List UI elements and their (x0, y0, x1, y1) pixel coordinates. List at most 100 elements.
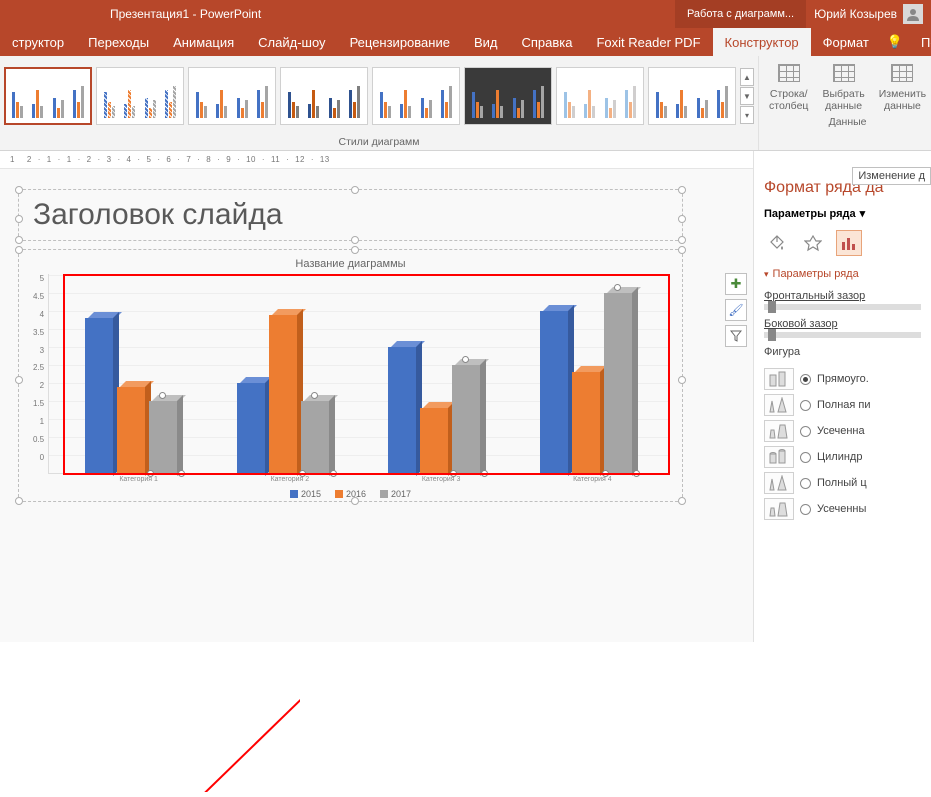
tab-item[interactable]: Вид (462, 28, 510, 56)
chart-title[interactable]: Название диаграммы (19, 258, 682, 270)
slide-title-placeholder[interactable]: Заголовок слайда (18, 189, 683, 241)
bar[interactable] (604, 293, 632, 473)
legend-item: 2017 (380, 489, 411, 499)
chart-style-thumb[interactable] (188, 67, 276, 125)
shape-box-option[interactable]: Прямоуго. (760, 366, 925, 392)
radio-icon (800, 478, 811, 489)
slide-canvas[interactable]: Заголовок слайда Название диаграммы 54.5… (6, 189, 753, 502)
front-gap-field[interactable]: Фронтальный зазор (754, 286, 931, 314)
pyramid-icon (764, 394, 794, 416)
series-options-icon[interactable] (836, 230, 862, 256)
chart-style-thumb[interactable] (280, 67, 368, 125)
chart-legend[interactable]: 2015 2016 2017 (19, 489, 682, 499)
format-pane-sub[interactable]: Параметры ряда▾ (754, 203, 931, 224)
bar[interactable] (237, 383, 265, 473)
shape-full-pyramid-option[interactable]: Полная пи (760, 392, 925, 418)
bar[interactable] (540, 311, 568, 473)
tab-constructor[interactable]: Конструктор (713, 28, 811, 56)
bar[interactable] (117, 387, 145, 473)
legend-item: 2016 (335, 489, 366, 499)
tab-item[interactable]: Справка (509, 28, 584, 56)
ribbon: ▲ ▼ ▾ Стили диаграмм Строка/ столбец Выб… (0, 56, 931, 151)
bar-cluster[interactable] (540, 293, 632, 473)
chart-plot[interactable]: 54.543.532.521.510.50 (19, 274, 682, 474)
format-pane-tabs (754, 224, 931, 262)
edit-data-tooltip: Изменение д (852, 167, 931, 185)
chart-style-thumb[interactable] (96, 67, 184, 125)
bar[interactable] (420, 408, 448, 473)
bar[interactable] (388, 347, 416, 473)
bar[interactable] (85, 318, 113, 473)
side-gap-field[interactable]: Боковой зазор (754, 314, 931, 342)
partial-pyramid-icon (764, 420, 794, 442)
tab-item[interactable]: Слайд-шоу (246, 28, 337, 56)
slide-pane: 12·1·1·2·3·4·5·6·7·8·9·10·11·12·13 Загол… (0, 151, 753, 642)
side-gap-slider[interactable] (764, 332, 921, 338)
effects-icon[interactable] (800, 230, 826, 256)
bars-area[interactable] (48, 274, 668, 474)
horizontal-ruler: 12·1·1·2·3·4·5·6·7·8·9·10·11·12·13 (0, 151, 753, 169)
shape-list: Прямоуго. Полная пи Усеченна Цилиндр Пол (754, 362, 931, 526)
select-data-button[interactable]: Выбрать данные (816, 58, 870, 114)
data-group-label: Данные (763, 114, 931, 128)
chart-style-thumb[interactable] (464, 67, 552, 125)
fill-line-icon[interactable] (764, 230, 790, 256)
radio-icon (800, 374, 811, 385)
bar[interactable] (149, 401, 177, 473)
scroll-up-icon[interactable]: ▲ (740, 68, 754, 86)
tab-item[interactable]: Анимация (161, 28, 246, 56)
shape-partial-cone-option[interactable]: Усеченны (760, 496, 925, 522)
tab-item[interactable]: Foxit Reader PDF (584, 28, 712, 56)
scroll-more-icon[interactable]: ▾ (740, 106, 754, 124)
edit-data-button[interactable]: Изменить данные (873, 58, 931, 114)
bar[interactable] (301, 401, 329, 473)
shape-full-cone-option[interactable]: Полный ц (760, 470, 925, 496)
chart-filter-button[interactable] (725, 325, 747, 347)
user-area[interactable]: Юрий Козырев (806, 4, 931, 24)
cylinder-icon (764, 446, 794, 468)
tab-item[interactable]: структор (0, 28, 76, 56)
chart-style-thumb[interactable] (372, 67, 460, 125)
tab-item[interactable]: Переходы (76, 28, 161, 56)
workarea: 12·1·1·2·3·4·5·6·7·8·9·10·11·12·13 Загол… (0, 151, 931, 642)
bar[interactable] (572, 372, 600, 473)
partial-cone-icon (764, 498, 794, 520)
style-gallery-scroll: ▲ ▼ ▾ (740, 68, 754, 124)
chart-elements-button[interactable]: ✚ (725, 273, 747, 295)
tab-item[interactable]: Рецензирование (338, 28, 462, 56)
shape-partial-pyramid-option[interactable]: Усеченна (760, 418, 925, 444)
grid-icon (830, 60, 858, 86)
radio-icon (800, 452, 811, 463)
radio-icon (800, 504, 811, 515)
chart-placeholder[interactable]: Название диаграммы 54.543.532.521.510.50… (18, 249, 683, 502)
tab-help[interactable]: Помощни (909, 28, 931, 56)
chart-style-thumb[interactable] (648, 67, 736, 125)
chart-styles-button[interactable]: 🖌 (725, 299, 747, 321)
chart-style-thumb[interactable] (556, 67, 644, 125)
switch-row-col-button[interactable]: Строка/ столбец (763, 58, 814, 114)
bar[interactable] (269, 315, 297, 473)
annotation-arrows (0, 642, 300, 792)
radio-icon (800, 426, 811, 437)
bar-cluster[interactable] (237, 315, 329, 473)
chart-styles-gallery: ▲ ▼ ▾ (4, 58, 754, 134)
context-tab-label[interactable]: Работа с диаграмм... (675, 0, 806, 28)
tell-me-icon[interactable]: 💡 (881, 28, 909, 56)
scroll-down-icon[interactable]: ▼ (740, 87, 754, 105)
front-gap-slider[interactable] (764, 304, 921, 310)
titlebar: Презентация1 - PowerPoint Работа с диагр… (0, 0, 931, 28)
shape-cylinder-option[interactable]: Цилиндр (760, 444, 925, 470)
bar[interactable] (452, 365, 480, 473)
chart-side-buttons: ✚ 🖌 (725, 273, 747, 347)
tab-format[interactable]: Формат (811, 28, 881, 56)
grid-icon (888, 60, 916, 86)
legend-item: 2015 (290, 489, 321, 499)
series-options-section[interactable]: Параметры ряда (754, 262, 931, 286)
bar-cluster[interactable] (388, 347, 480, 473)
shape-label: Фигура (754, 342, 931, 362)
bar-cluster[interactable] (85, 318, 177, 473)
chart-style-thumb[interactable] (4, 67, 92, 125)
styles-group-label: Стили диаграмм (4, 134, 754, 148)
username: Юрий Козырев (814, 7, 897, 21)
x-axis-labels: Категория 1Категория 2Категория 3Категор… (19, 474, 682, 483)
